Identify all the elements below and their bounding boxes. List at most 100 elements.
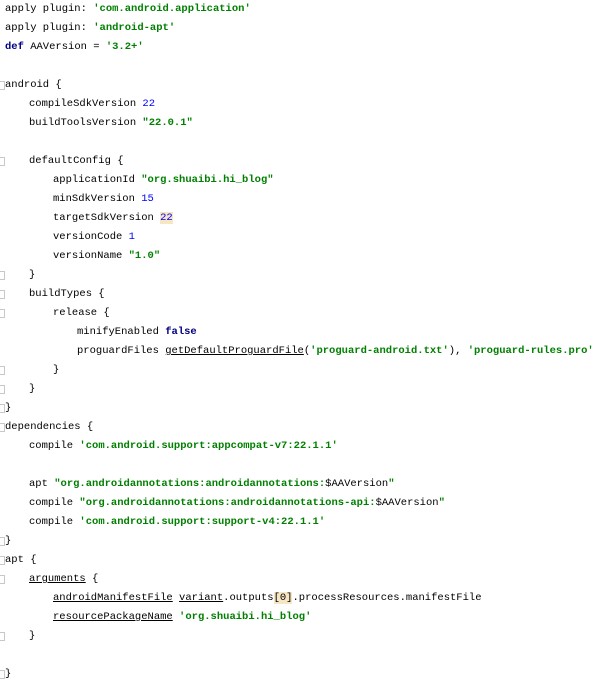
string-literal: "	[438, 497, 445, 509]
code-line[interactable]: apply plugin: 'android-apt'	[5, 19, 175, 38]
string-literal: "1.0"	[128, 250, 161, 262]
code-token: getDefaultProguardFile	[165, 345, 304, 357]
code-line[interactable]: versionName "1.0"	[53, 247, 160, 266]
fold-marker-icon[interactable]	[0, 271, 5, 280]
string-literal: "org.shuaibi.hi_blog"	[141, 174, 274, 186]
code-token: .processResources.manifestFile	[292, 592, 482, 604]
string-literal: "org.androidannotations:androidannotatio…	[54, 478, 326, 490]
code-line[interactable]: android {	[5, 76, 62, 95]
code-token: $AAVersion	[375, 497, 439, 509]
keyword: def	[5, 41, 24, 53]
code-token: dependencies {	[5, 421, 94, 433]
code-line[interactable]: }	[29, 266, 35, 285]
number-literal: 22	[142, 98, 156, 110]
code-line[interactable]: versionCode 1	[53, 228, 135, 247]
code-line[interactable]: }	[29, 380, 35, 399]
code-token: compile	[29, 440, 80, 452]
code-line[interactable]: compileSdkVersion 22	[29, 95, 155, 114]
code-token: arguments	[29, 573, 86, 585]
code-token: compile	[29, 516, 80, 528]
code-token: minifyEnabled	[77, 326, 166, 338]
code-token: buildTypes {	[29, 288, 105, 300]
number-literal: 15	[141, 193, 154, 205]
code-token: [0]	[273, 592, 293, 604]
string-literal: '3.2+'	[105, 41, 144, 53]
code-line[interactable]: resourcePackageName 'org.shuaibi.hi_blog…	[53, 608, 311, 627]
fold-marker-icon[interactable]	[0, 309, 5, 318]
string-literal: 'com.android.application'	[93, 3, 251, 15]
code-line[interactable]: compile "org.androidannotations:androida…	[29, 494, 445, 513]
code-token: release {	[53, 307, 110, 319]
code-token: variant	[179, 592, 224, 604]
code-line[interactable]: release {	[53, 304, 110, 323]
number-literal: 22	[160, 212, 173, 224]
code-token: compile	[29, 497, 80, 509]
string-literal: 'proguard-android.txt'	[310, 345, 449, 357]
fold-marker-icon[interactable]	[0, 632, 5, 641]
code-token: androidManifestFile	[53, 592, 173, 604]
fold-marker-icon[interactable]	[0, 366, 5, 375]
code-token: apt	[29, 478, 55, 490]
fold-marker-icon[interactable]	[0, 157, 5, 166]
code-line[interactable]: arguments {	[29, 570, 98, 589]
code-line[interactable]: }	[53, 361, 59, 380]
code-token: versionName	[53, 250, 129, 262]
code-token: }	[5, 402, 12, 414]
code-token: versionCode	[53, 231, 129, 243]
code-line[interactable]: proguardFiles getDefaultProguardFile('pr…	[77, 342, 594, 361]
string-literal: 'proguard-rules.pro'	[467, 345, 594, 357]
code-line[interactable]: apply plugin: 'com.android.application'	[5, 0, 251, 19]
string-literal: 'org.shuaibi.hi_blog'	[179, 611, 312, 623]
fold-marker-icon[interactable]	[0, 385, 5, 394]
code-token: apply plugin:	[5, 3, 94, 15]
number-literal: 1	[128, 231, 135, 243]
code-token: android {	[5, 79, 62, 91]
code-line[interactable]: def AAVersion = '3.2+'	[5, 38, 144, 57]
code-line[interactable]: defaultConfig {	[29, 152, 124, 171]
code-token: }	[29, 383, 36, 395]
code-token: compileSdkVersion	[29, 98, 143, 110]
code-line[interactable]: targetSdkVersion 22	[53, 209, 173, 228]
code-line[interactable]: minSdkVersion 15	[53, 190, 154, 209]
code-token: buildToolsVersion	[29, 117, 143, 129]
code-line[interactable]: buildTypes {	[29, 285, 105, 304]
code-line[interactable]: }	[5, 665, 11, 684]
code-line[interactable]: }	[5, 532, 11, 551]
code-token: apply plugin:	[5, 22, 94, 34]
code-line[interactable]: compile 'com.android.support:support-v4:…	[29, 513, 325, 532]
code-token: {	[85, 573, 99, 585]
string-literal: "	[388, 478, 395, 490]
string-literal: 'com.android.support:appcompat-v7:22.1.1…	[79, 440, 338, 452]
string-literal: 'com.android.support:support-v4:22.1.1'	[79, 516, 326, 528]
code-token: AAVersion =	[23, 41, 106, 53]
code-editor[interactable]: apply plugin: 'com.android.application' a…	[0, 0, 610, 694]
code-line[interactable]: androidManifestFile variant.outputs[0].p…	[53, 589, 482, 608]
code-token: ),	[448, 345, 468, 357]
code-token: }	[29, 269, 36, 281]
fold-marker-icon[interactable]	[0, 290, 5, 299]
code-token: resourcePackageName	[53, 611, 173, 623]
code-token: defaultConfig {	[29, 155, 124, 167]
code-line[interactable]: apt "org.androidannotations:androidannot…	[29, 475, 395, 494]
keyword: false	[165, 326, 197, 338]
code-token: .outputs	[223, 592, 274, 604]
code-token: }	[5, 668, 12, 680]
string-literal: 'android-apt'	[93, 22, 176, 34]
code-line[interactable]: buildToolsVersion "22.0.1"	[29, 114, 193, 133]
code-line[interactable]: }	[29, 627, 35, 646]
code-token: targetSdkVersion	[53, 212, 161, 224]
code-line[interactable]: applicationId "org.shuaibi.hi_blog"	[53, 171, 274, 190]
code-token: minSdkVersion	[53, 193, 142, 205]
code-line[interactable]: dependencies {	[5, 418, 93, 437]
code-token: $AAVersion	[325, 478, 389, 490]
code-line[interactable]: apt {	[5, 551, 37, 570]
code-token: applicationId	[53, 174, 142, 186]
code-line[interactable]: }	[5, 399, 11, 418]
code-line[interactable]: compile 'com.android.support:appcompat-v…	[29, 437, 338, 456]
fold-marker-icon[interactable]	[0, 575, 5, 584]
code-line[interactable]: minifyEnabled false	[77, 323, 197, 342]
code-token: apt {	[5, 554, 37, 566]
code-token: }	[5, 535, 12, 547]
string-literal: "22.0.1"	[142, 117, 193, 129]
code-token: proguardFiles	[77, 345, 166, 357]
